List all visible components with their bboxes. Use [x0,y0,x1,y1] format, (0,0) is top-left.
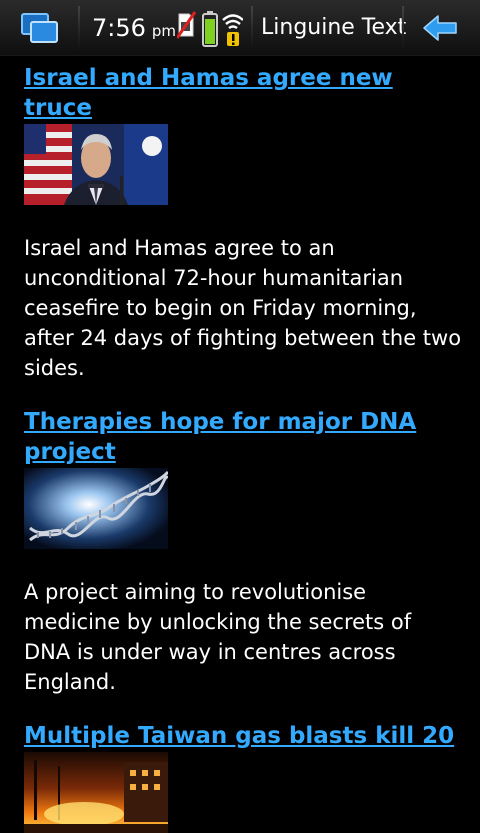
article-thumbnail[interactable] [24,124,168,205]
article-item: Israel and Hamas agree new truce Israel … [24,63,464,383]
back-arrow-icon [423,15,457,41]
status-bar: 7:56 pm Linguine Text [0,0,480,56]
article-body: A project aiming to revolutionise medici… [24,580,412,694]
article-title-link[interactable]: Israel and Hamas agree new truce [24,63,464,123]
clock[interactable]: 7:56 pm [92,12,176,47]
status-indicators[interactable] [175,10,244,48]
article-body: Israel and Hamas agree to an uncondition… [24,236,462,380]
sim-card-icon [175,11,197,39]
status-separator [78,6,80,50]
status-separator [402,6,404,50]
article-title-link[interactable]: Multiple Taiwan gas blasts kill 20 [24,721,464,751]
battery-icon [202,11,218,47]
clock-time: 7:56 [92,14,146,42]
article-item: Therapies hope for major DNA project A p… [24,407,464,697]
task-switcher-icon[interactable] [20,12,60,44]
article-title-link[interactable]: Therapies hope for major DNA project [24,407,464,467]
article-thumbnail[interactable] [24,468,168,549]
app-title[interactable]: Linguine Text [261,12,406,44]
article-item: Multiple Taiwan gas blasts kill 20 [24,721,464,833]
back-button[interactable] [416,12,464,44]
clock-ampm: pm [151,22,177,40]
wifi-icon [222,14,244,46]
article-thumbnail[interactable] [24,752,168,833]
article-list: Israel and Hamas agree new truce Israel … [24,63,464,833]
status-separator [251,6,253,50]
